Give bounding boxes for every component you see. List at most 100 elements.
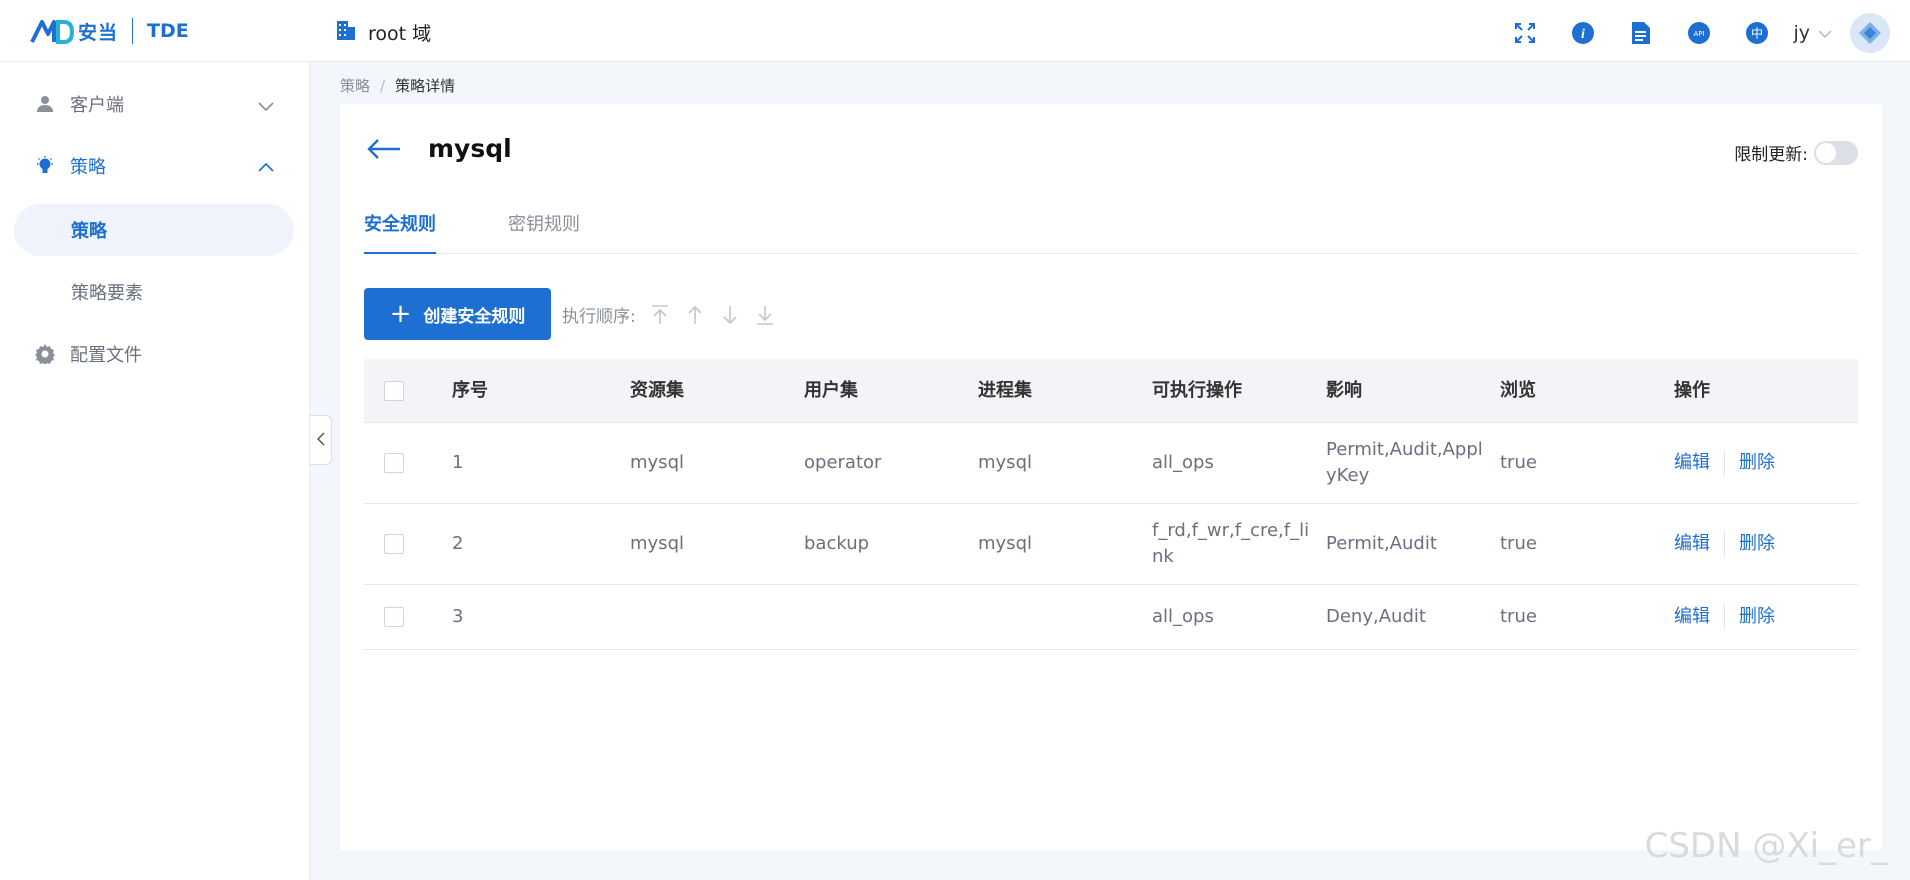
move-down-icon[interactable] — [719, 304, 741, 326]
user-menu[interactable]: jy — [1793, 22, 1832, 44]
document-icon[interactable] — [1623, 15, 1659, 51]
sidebar: 客户端 策略 策略 策略要素 配置文件 — [0, 62, 310, 880]
cell-resource: mysql — [630, 533, 684, 554]
brand-logo-mark-icon — [30, 18, 74, 44]
select-all-checkbox[interactable] — [384, 380, 404, 401]
chevron-up-icon — [258, 157, 274, 178]
cell-process: mysql — [978, 452, 1032, 473]
sidebar-item-config-files[interactable]: 配置文件 — [0, 332, 310, 376]
breadcrumb: 策略 / 策略详情 — [340, 75, 455, 96]
cell-process: mysql — [978, 533, 1032, 554]
move-top-icon[interactable] — [649, 304, 671, 326]
cell-browse: true — [1500, 533, 1537, 554]
cell-effect: Permit,Audit,ApplyKey — [1326, 439, 1483, 486]
security-rules-table: 序号 资源集 用户集 进程集 可执行操作 影响 浏览 操作 1 mysql op… — [364, 359, 1858, 650]
row-checkbox[interactable] — [384, 607, 404, 627]
cell-effect: Deny,Audit — [1326, 606, 1426, 627]
user-name: jy — [1793, 22, 1810, 44]
cell-no: 2 — [452, 533, 464, 554]
execution-order-label: 执行顺序: — [562, 307, 636, 327]
column-header: 序号 — [452, 379, 488, 401]
row-actions: 编辑 删除 — [1674, 450, 1858, 476]
tab-bar: 安全规则 密钥规则 — [364, 200, 1858, 254]
row-checkbox[interactable] — [384, 534, 404, 554]
fullscreen-icon[interactable] — [1507, 15, 1543, 51]
sidebar-collapse-button[interactable] — [310, 415, 332, 465]
building-icon — [336, 19, 356, 46]
sidebar-item-policy[interactable]: 策略 — [0, 144, 310, 188]
table-row[interactable]: 2 mysql backup mysql f_rd,f_wr,f_cre,f_l… — [364, 504, 1858, 585]
tab-key-rules[interactable]: 密钥规则 — [508, 210, 580, 254]
tab-security-rules[interactable]: 安全规则 — [364, 210, 436, 254]
breadcrumb-parent[interactable]: 策略 — [340, 75, 370, 96]
top-header: 安当 TDE root 域 i API 中 jy — [0, 0, 1910, 62]
chevron-down-icon — [258, 95, 274, 116]
back-arrow-icon[interactable] — [366, 138, 402, 164]
policy-detail-card: mysql 限制更新: 安全规则 密钥规则 + 创建安全规则 执行顺序: 序号 … — [340, 104, 1882, 850]
cell-user: backup — [804, 533, 870, 554]
action-divider — [1724, 605, 1725, 629]
brand-name: 安当 — [78, 21, 119, 44]
row-select-cell — [364, 534, 452, 554]
avatar[interactable] — [1850, 13, 1890, 53]
column-header: 进程集 — [978, 379, 1032, 401]
chevron-left-icon — [316, 431, 325, 450]
api-icon-label: API — [1694, 30, 1705, 38]
breadcrumb-current: 策略详情 — [395, 77, 456, 95]
sidebar-item-clients[interactable]: 客户端 — [0, 82, 310, 126]
cell-resource: mysql — [630, 452, 684, 473]
cell-no: 1 — [452, 452, 464, 473]
domain-label: root 域 — [368, 23, 432, 45]
move-bottom-icon[interactable] — [754, 304, 776, 326]
brand-divider — [132, 18, 134, 44]
table-row[interactable]: 3 all_ops Deny,Audit true 编辑 删除 — [364, 585, 1858, 650]
api-icon[interactable]: API — [1681, 15, 1717, 51]
cell-ops: all_ops — [1152, 606, 1214, 627]
limit-update-toggle[interactable] — [1814, 140, 1858, 165]
sidebar-subitem-policy[interactable]: 策略 — [14, 204, 294, 256]
table-header: 序号 资源集 用户集 进程集 可执行操作 影响 浏览 操作 — [364, 359, 1858, 423]
cell-ops: f_rd,f_wr,f_cre,f_link — [1152, 520, 1310, 567]
header-actions: i API 中 jy — [1485, 13, 1890, 53]
svg-text:i: i — [1582, 27, 1586, 42]
delete-link[interactable]: 删除 — [1739, 450, 1775, 476]
row-actions: 编辑 删除 — [1674, 604, 1858, 630]
column-header: 浏览 — [1500, 379, 1536, 401]
sidebar-subitem-policy-elements[interactable]: 策略要素 — [14, 266, 294, 318]
move-up-icon[interactable] — [684, 304, 706, 326]
row-select-cell — [364, 453, 452, 473]
edit-link[interactable]: 编辑 — [1674, 450, 1710, 476]
action-divider — [1724, 532, 1725, 556]
language-icon-label: 中 — [1751, 26, 1763, 41]
cell-browse: true — [1500, 606, 1537, 627]
delete-link[interactable]: 删除 — [1739, 531, 1775, 557]
sidebar-subitem-label: 策略要素 — [71, 283, 143, 304]
chevron-down-icon — [1818, 22, 1832, 44]
row-actions: 编辑 删除 — [1674, 531, 1858, 557]
plus-icon: + — [389, 299, 412, 329]
delete-link[interactable]: 删除 — [1739, 604, 1775, 630]
execution-order-controls: 执行顺序: — [562, 302, 776, 327]
sidebar-item-label: 策略 — [70, 157, 106, 178]
column-header: 可执行操作 — [1152, 379, 1242, 401]
gear-icon — [34, 343, 56, 365]
edit-link[interactable]: 编辑 — [1674, 604, 1710, 630]
create-security-rule-button[interactable]: + 创建安全规则 — [364, 288, 551, 340]
row-select-cell — [364, 607, 452, 627]
sidebar-subitem-label: 策略 — [71, 221, 107, 242]
select-all-cell — [364, 380, 452, 401]
limit-update-label: 限制更新: — [1734, 145, 1808, 165]
language-icon[interactable]: 中 — [1739, 15, 1775, 51]
brand-logo[interactable]: 安当 TDE — [30, 16, 189, 46]
product-name: TDE — [147, 20, 189, 42]
sidebar-item-label: 客户端 — [70, 95, 124, 116]
domain-selector[interactable]: root 域 — [336, 19, 431, 46]
edit-link[interactable]: 编辑 — [1674, 531, 1710, 557]
info-icon[interactable]: i — [1565, 15, 1601, 51]
lightbulb-icon — [34, 155, 56, 177]
table-row[interactable]: 1 mysql operator mysql all_ops Permit,Au… — [364, 423, 1858, 504]
row-checkbox[interactable] — [384, 453, 404, 473]
column-header: 用户集 — [804, 379, 858, 401]
cell-effect: Permit,Audit — [1326, 533, 1437, 554]
breadcrumb-separator: / — [380, 76, 386, 95]
